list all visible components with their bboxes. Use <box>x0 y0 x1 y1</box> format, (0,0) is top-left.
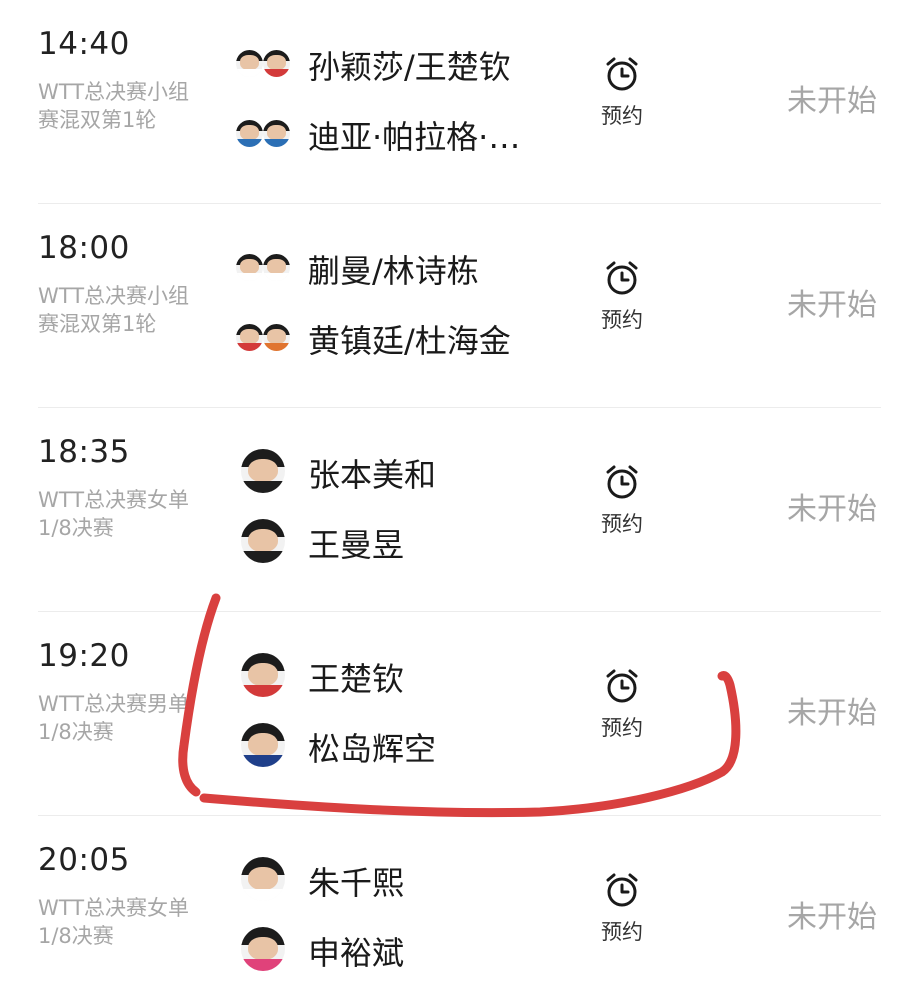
match-event: WTT总决赛女单1/8决赛 <box>38 896 190 948</box>
player-pair-avatar <box>236 106 290 160</box>
reminder-label: 预约 <box>601 308 643 332</box>
player-name: 王楚钦 <box>308 660 405 698</box>
face-portrait <box>241 653 285 697</box>
match-status: 未开始 <box>787 492 877 527</box>
player-avatar <box>236 444 290 498</box>
player-name: 黄镇廷/杜海金 <box>308 322 511 360</box>
player-name: 申裕斌 <box>308 934 405 972</box>
reminder-button[interactable]: 预约 <box>594 258 650 338</box>
player-pair-avatar <box>236 310 290 364</box>
face-portrait <box>236 49 263 77</box>
match-event: WTT总决赛男单1/8决赛 <box>38 692 190 744</box>
alarm-clock-icon <box>594 870 650 910</box>
reminder-label: 预约 <box>601 512 643 536</box>
alarm-clock-icon <box>594 666 650 706</box>
reminder-button[interactable]: 预约 <box>594 462 650 542</box>
face-portrait <box>236 253 263 281</box>
reminder-button[interactable]: 预约 <box>594 54 650 134</box>
player-entry[interactable]: 王楚钦 <box>236 648 576 704</box>
match-row[interactable]: 18:00 WTT总决赛小组赛混双第1轮 蒯曼/林诗栋 黄镇廷/杜海金 预约 未开始 <box>0 204 919 408</box>
reminder-label: 预约 <box>601 920 643 944</box>
player-avatar <box>236 718 290 772</box>
face-portrait <box>241 519 285 563</box>
player-entry[interactable]: 松岛辉空 <box>236 718 576 774</box>
match-time: 18:35 <box>38 434 130 470</box>
player-name: 孙颖莎/王楚钦 <box>308 48 511 86</box>
face-portrait <box>236 323 263 351</box>
face-portrait <box>263 119 290 147</box>
player-entry[interactable]: 孙颖莎/王楚钦 <box>236 36 576 92</box>
player-entry[interactable]: 黄镇廷/杜海金 <box>236 310 576 366</box>
face-portrait <box>241 927 285 971</box>
match-status: 未开始 <box>787 900 877 935</box>
player-avatar <box>236 648 290 702</box>
match-row[interactable]: 19:20 WTT总决赛男单1/8决赛 王楚钦松岛辉空 预约 未开始 <box>0 612 919 816</box>
match-status: 未开始 <box>787 288 877 323</box>
alarm-clock-icon <box>594 462 650 502</box>
match-row[interactable]: 18:35 WTT总决赛女单1/8决赛 张本美和王曼昱 预约 未开始 <box>0 408 919 612</box>
face-portrait <box>263 253 290 281</box>
face-portrait <box>236 119 263 147</box>
face-portrait <box>241 449 285 493</box>
reminder-label: 预约 <box>601 716 643 740</box>
match-time: 19:20 <box>38 638 130 674</box>
alarm-clock-icon <box>594 54 650 94</box>
player-entry[interactable]: 申裕斌 <box>236 922 576 978</box>
match-time: 20:05 <box>38 842 130 878</box>
player-avatar <box>236 852 290 906</box>
match-event: WTT总决赛小组赛混双第1轮 <box>38 80 190 132</box>
player-name: 张本美和 <box>308 456 437 494</box>
match-schedule-list: 14:40 WTT总决赛小组赛混双第1轮 孙颖莎/王楚钦 迪亚·帕拉格·… 预约 未开始 1… <box>0 0 919 1000</box>
alarm-clock-icon <box>594 258 650 298</box>
face-portrait <box>241 723 285 767</box>
reminder-label: 预约 <box>601 104 643 128</box>
player-name: 朱千熙 <box>308 864 405 902</box>
player-name: 王曼昱 <box>308 526 405 564</box>
player-name: 松岛辉空 <box>308 730 437 768</box>
player-avatar <box>236 922 290 976</box>
match-time: 14:40 <box>38 26 130 62</box>
match-row[interactable]: 20:05 WTT总决赛女单1/8决赛 朱千熙申裕斌 预约 未开始 <box>0 816 919 1000</box>
face-portrait <box>263 323 290 351</box>
player-pair-avatar <box>236 36 290 90</box>
player-avatar <box>236 514 290 568</box>
player-pair-avatar <box>236 240 290 294</box>
player-entry[interactable]: 张本美和 <box>236 444 576 500</box>
reminder-button[interactable]: 预约 <box>594 666 650 746</box>
player-entry[interactable]: 迪亚·帕拉格·… <box>236 106 576 162</box>
match-event: WTT总决赛小组赛混双第1轮 <box>38 284 190 336</box>
match-status: 未开始 <box>787 84 877 119</box>
player-entry[interactable]: 朱千熙 <box>236 852 576 908</box>
player-entry[interactable]: 王曼昱 <box>236 514 576 570</box>
player-entry[interactable]: 蒯曼/林诗栋 <box>236 240 576 296</box>
reminder-button[interactable]: 预约 <box>594 870 650 950</box>
match-status: 未开始 <box>787 696 877 731</box>
face-portrait <box>241 857 285 901</box>
match-time: 18:00 <box>38 230 130 266</box>
player-name: 迪亚·帕拉格·… <box>308 118 521 156</box>
face-portrait <box>263 49 290 77</box>
match-row[interactable]: 14:40 WTT总决赛小组赛混双第1轮 孙颖莎/王楚钦 迪亚·帕拉格·… 预约 未开始 <box>0 0 919 204</box>
player-name: 蒯曼/林诗栋 <box>308 252 479 290</box>
match-event: WTT总决赛女单1/8决赛 <box>38 488 190 540</box>
